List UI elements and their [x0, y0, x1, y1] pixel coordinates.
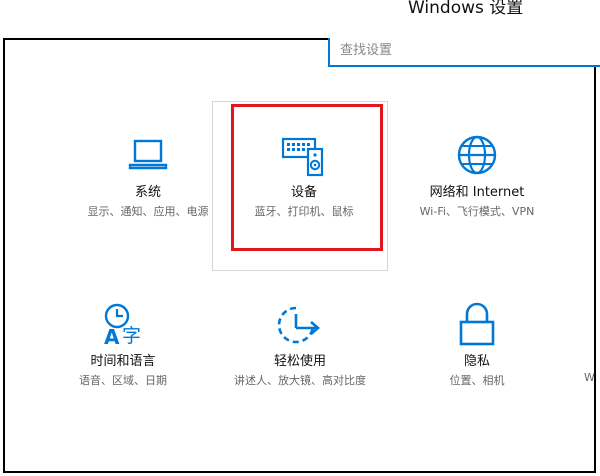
svg-text:A: A — [104, 325, 120, 348]
laptop-icon — [128, 139, 168, 170]
globe-icon — [457, 135, 497, 175]
time-language-icon: A 字 — [104, 303, 141, 348]
search-input[interactable] — [330, 38, 580, 62]
ease-of-access-icon — [277, 306, 320, 344]
tile-title: 轻松使用 — [273, 354, 326, 369]
tile-title: 系统 — [134, 185, 161, 200]
tile-system[interactable]: 系统 显示、通知、应用、电源 — [62, 137, 234, 219]
tile-description: Wi-Fi、飞行模式、VPN — [419, 205, 535, 218]
tile-title: 设备 — [290, 185, 317, 200]
tile-network[interactable]: 网络和 Internet Wi-Fi、飞行模式、VPN — [391, 134, 563, 219]
svg-text:字: 字 — [122, 325, 141, 347]
window-title: Windows 设置 — [408, 0, 524, 18]
tile-description: 讲述人、放大镜、高对比度 — [234, 374, 366, 387]
cut-off-tile-text: W — [584, 371, 595, 384]
devices-icon — [281, 137, 324, 177]
tile-description: 语音、区域、日期 — [79, 374, 167, 387]
tile-ease-of-access[interactable]: 轻松使用 讲述人、放大镜、高对比度 — [214, 304, 386, 388]
tile-privacy[interactable]: 隐私 位置、相机 — [391, 302, 563, 388]
settings-page: Windows 设置 系统 显示、通知、应用、电源 — [0, 0, 600, 476]
tile-devices[interactable]: 设备 蓝牙、打印机、鼠标 — [218, 137, 390, 219]
tile-time-language[interactable]: A 字 时间和语言 语音、区域、日期 — [37, 302, 209, 388]
lock-icon — [459, 302, 495, 346]
search-box[interactable] — [328, 38, 600, 67]
tile-title: 网络和 Internet — [429, 185, 525, 200]
tile-title: 时间和语言 — [90, 354, 156, 369]
tile-title: 隐私 — [463, 354, 490, 369]
tile-description: 位置、相机 — [449, 374, 505, 387]
tile-description: 显示、通知、应用、电源 — [87, 205, 209, 218]
tile-description: 蓝牙、打印机、鼠标 — [254, 205, 354, 218]
